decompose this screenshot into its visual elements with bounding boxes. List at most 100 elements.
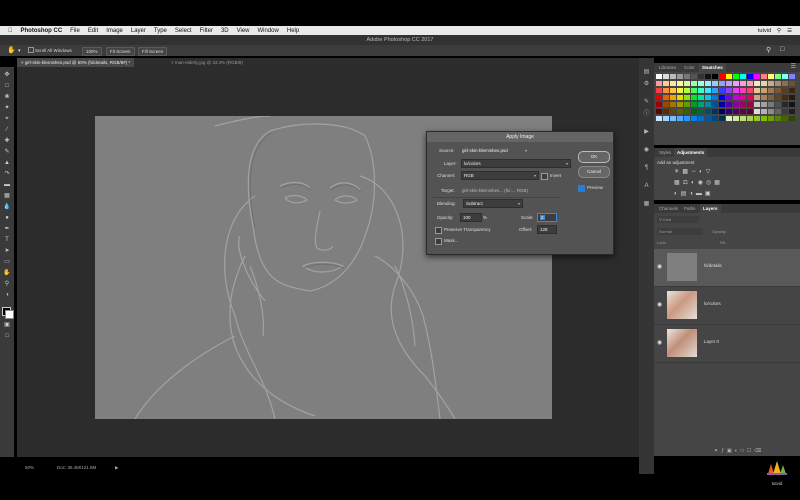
tab-layers[interactable]: Layers <box>700 204 721 213</box>
swatch[interactable] <box>747 74 753 79</box>
swatch[interactable] <box>782 116 788 121</box>
channel-select[interactable]: RGB ▾ <box>461 171 539 180</box>
invert-icon[interactable]: ◐ <box>674 191 681 197</box>
swatch[interactable] <box>740 116 746 121</box>
fill-screen-button[interactable]: Fill Screen <box>138 47 168 56</box>
swatch[interactable] <box>789 102 795 107</box>
swatch[interactable] <box>761 116 767 121</box>
swatch[interactable] <box>663 109 669 114</box>
swatch[interactable] <box>705 95 711 100</box>
hand-tool-icon[interactable]: ✋ <box>3 269 11 277</box>
swatch[interactable] <box>670 81 676 86</box>
actions-icon[interactable]: ▶ <box>642 128 651 137</box>
gradient-map-icon[interactable]: ▬ <box>696 191 705 197</box>
menu-photoshop[interactable]: Photoshop CC <box>21 28 63 34</box>
swatch[interactable] <box>698 88 704 93</box>
channel-mixer-icon[interactable]: ◎ <box>706 180 714 186</box>
swatch[interactable] <box>677 74 683 79</box>
tab-girl-skin-blemishes[interactable]: × girl-skin-blemishes.psd @ 50% (hi/deta… <box>17 58 135 67</box>
swatch[interactable] <box>705 81 711 86</box>
swatch[interactable] <box>754 102 760 107</box>
menu-layer[interactable]: Layer <box>131 28 146 34</box>
layer-row-layer-0[interactable]: ◉ Layer 0 <box>654 325 800 363</box>
swatch[interactable] <box>754 81 760 86</box>
swatch[interactable] <box>705 74 711 79</box>
swatch[interactable] <box>789 88 795 93</box>
swatch[interactable] <box>782 95 788 100</box>
swatch[interactable] <box>768 74 774 79</box>
menu-view[interactable]: View <box>237 28 250 34</box>
swatch[interactable] <box>698 81 704 86</box>
swatch[interactable] <box>705 116 711 121</box>
type-tool-icon[interactable]: T <box>3 236 11 244</box>
preserve-transparency-checkbox[interactable] <box>435 227 442 234</box>
tab-adjustments[interactable]: Adjustments <box>674 148 708 157</box>
workspace-icon[interactable]: □ <box>780 46 784 53</box>
eye-icon[interactable]: ◉ <box>657 301 662 308</box>
swatch[interactable] <box>705 88 711 93</box>
properties-icon[interactable]: ⚙ <box>642 80 651 89</box>
character-icon[interactable]: A <box>642 182 651 191</box>
swatch[interactable] <box>761 81 767 86</box>
tool-preset-chevron-icon[interactable]: ▾ <box>18 48 21 54</box>
black-white-icon[interactable]: ◐ <box>691 180 698 186</box>
swatch[interactable] <box>789 74 795 79</box>
marquee-tool-icon[interactable]: □ <box>3 82 11 90</box>
swatch[interactable] <box>712 88 718 93</box>
clone-source-icon[interactable]: ◉ <box>642 146 651 155</box>
background-color-swatch[interactable] <box>5 310 14 319</box>
swatch[interactable] <box>691 102 697 107</box>
hue-saturation-icon[interactable]: ▦ <box>674 180 683 186</box>
swatch[interactable] <box>698 95 704 100</box>
source-select[interactable]: girl-skin-blemishes.psd <box>462 148 508 153</box>
swatch[interactable] <box>705 102 711 107</box>
swatch[interactable] <box>684 116 690 121</box>
swatch[interactable] <box>719 81 725 86</box>
swatch[interactable] <box>719 109 725 114</box>
swatch[interactable] <box>726 109 732 114</box>
menu-select[interactable]: Select <box>175 28 192 34</box>
swatch[interactable] <box>740 102 746 107</box>
swatch[interactable] <box>775 116 781 121</box>
menu-file[interactable]: File <box>70 28 80 34</box>
swatch[interactable] <box>691 88 697 93</box>
info-icon[interactable]: ⓘ <box>642 110 651 119</box>
swatch[interactable] <box>768 109 774 114</box>
swatch[interactable] <box>733 102 739 107</box>
swatch[interactable] <box>656 116 662 121</box>
swatch[interactable] <box>712 74 718 79</box>
swatch[interactable] <box>726 88 732 93</box>
swatch[interactable] <box>782 88 788 93</box>
swatch[interactable] <box>677 109 683 114</box>
swatch[interactable] <box>789 95 795 100</box>
eye-icon[interactable]: ◉ <box>657 339 662 346</box>
swatch[interactable] <box>789 116 795 121</box>
swatch-grid[interactable] <box>654 74 800 144</box>
quick-select-tool-icon[interactable]: ✦ <box>3 104 11 112</box>
clone-stamp-tool-icon[interactable]: ▲ <box>3 159 11 167</box>
invert-checkbox[interactable] <box>541 173 548 180</box>
menu-filter[interactable]: Filter <box>200 28 213 34</box>
swatch[interactable] <box>719 95 725 100</box>
swatch[interactable] <box>719 116 725 121</box>
swatch[interactable] <box>705 109 711 114</box>
menu-window[interactable]: Window <box>258 28 279 34</box>
swatch[interactable] <box>684 74 690 79</box>
ok-button[interactable]: OK <box>578 151 610 163</box>
offset-input[interactable]: 128 <box>537 225 557 234</box>
swatch[interactable] <box>747 109 753 114</box>
swatch[interactable] <box>712 95 718 100</box>
swatch[interactable] <box>740 74 746 79</box>
tab-swatches[interactable]: Swatches <box>699 63 726 72</box>
swatch[interactable] <box>740 109 746 114</box>
color-balance-icon[interactable]: ⚖ <box>683 180 691 186</box>
menu-list-icon[interactable]: ☰ <box>787 28 792 34</box>
scroll-all-windows-checkbox[interactable] <box>28 47 34 53</box>
swatch[interactable] <box>712 102 718 107</box>
swatch[interactable] <box>677 95 683 100</box>
swatch[interactable] <box>768 88 774 93</box>
apple-icon[interactable]:  <box>8 28 13 34</box>
trash-icon[interactable]: ⌫ <box>754 448 764 454</box>
swatch[interactable] <box>726 95 732 100</box>
swatch[interactable] <box>719 88 725 93</box>
